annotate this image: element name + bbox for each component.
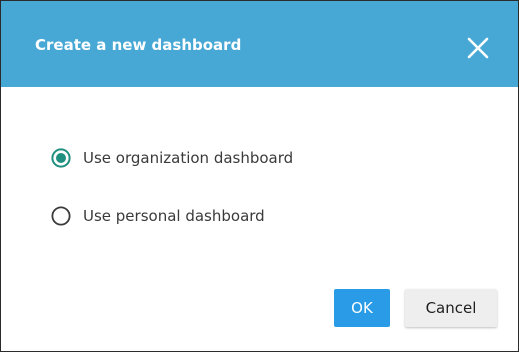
dialog-title: Create a new dashboard bbox=[35, 36, 242, 54]
option-organization-dashboard[interactable]: Use organization dashboard bbox=[51, 146, 293, 170]
option-personal-dashboard[interactable]: Use personal dashboard bbox=[51, 204, 265, 228]
close-button[interactable] bbox=[465, 35, 491, 61]
option-personal-dashboard-label: Use personal dashboard bbox=[83, 207, 265, 225]
radio-selected-icon bbox=[51, 148, 71, 168]
ok-button[interactable]: OK bbox=[334, 289, 390, 327]
close-x-icon bbox=[467, 37, 489, 59]
cancel-button[interactable]: Cancel bbox=[405, 289, 497, 327]
option-organization-dashboard-label: Use organization dashboard bbox=[83, 149, 294, 167]
dialog-header: Create a new dashboard bbox=[1, 1, 518, 87]
create-dashboard-dialog: Create a new dashboard Use organization … bbox=[0, 0, 519, 352]
radio-personal-dashboard[interactable] bbox=[51, 206, 71, 226]
radio-unselected-icon bbox=[51, 206, 71, 226]
radio-organization-dashboard[interactable] bbox=[51, 148, 71, 168]
